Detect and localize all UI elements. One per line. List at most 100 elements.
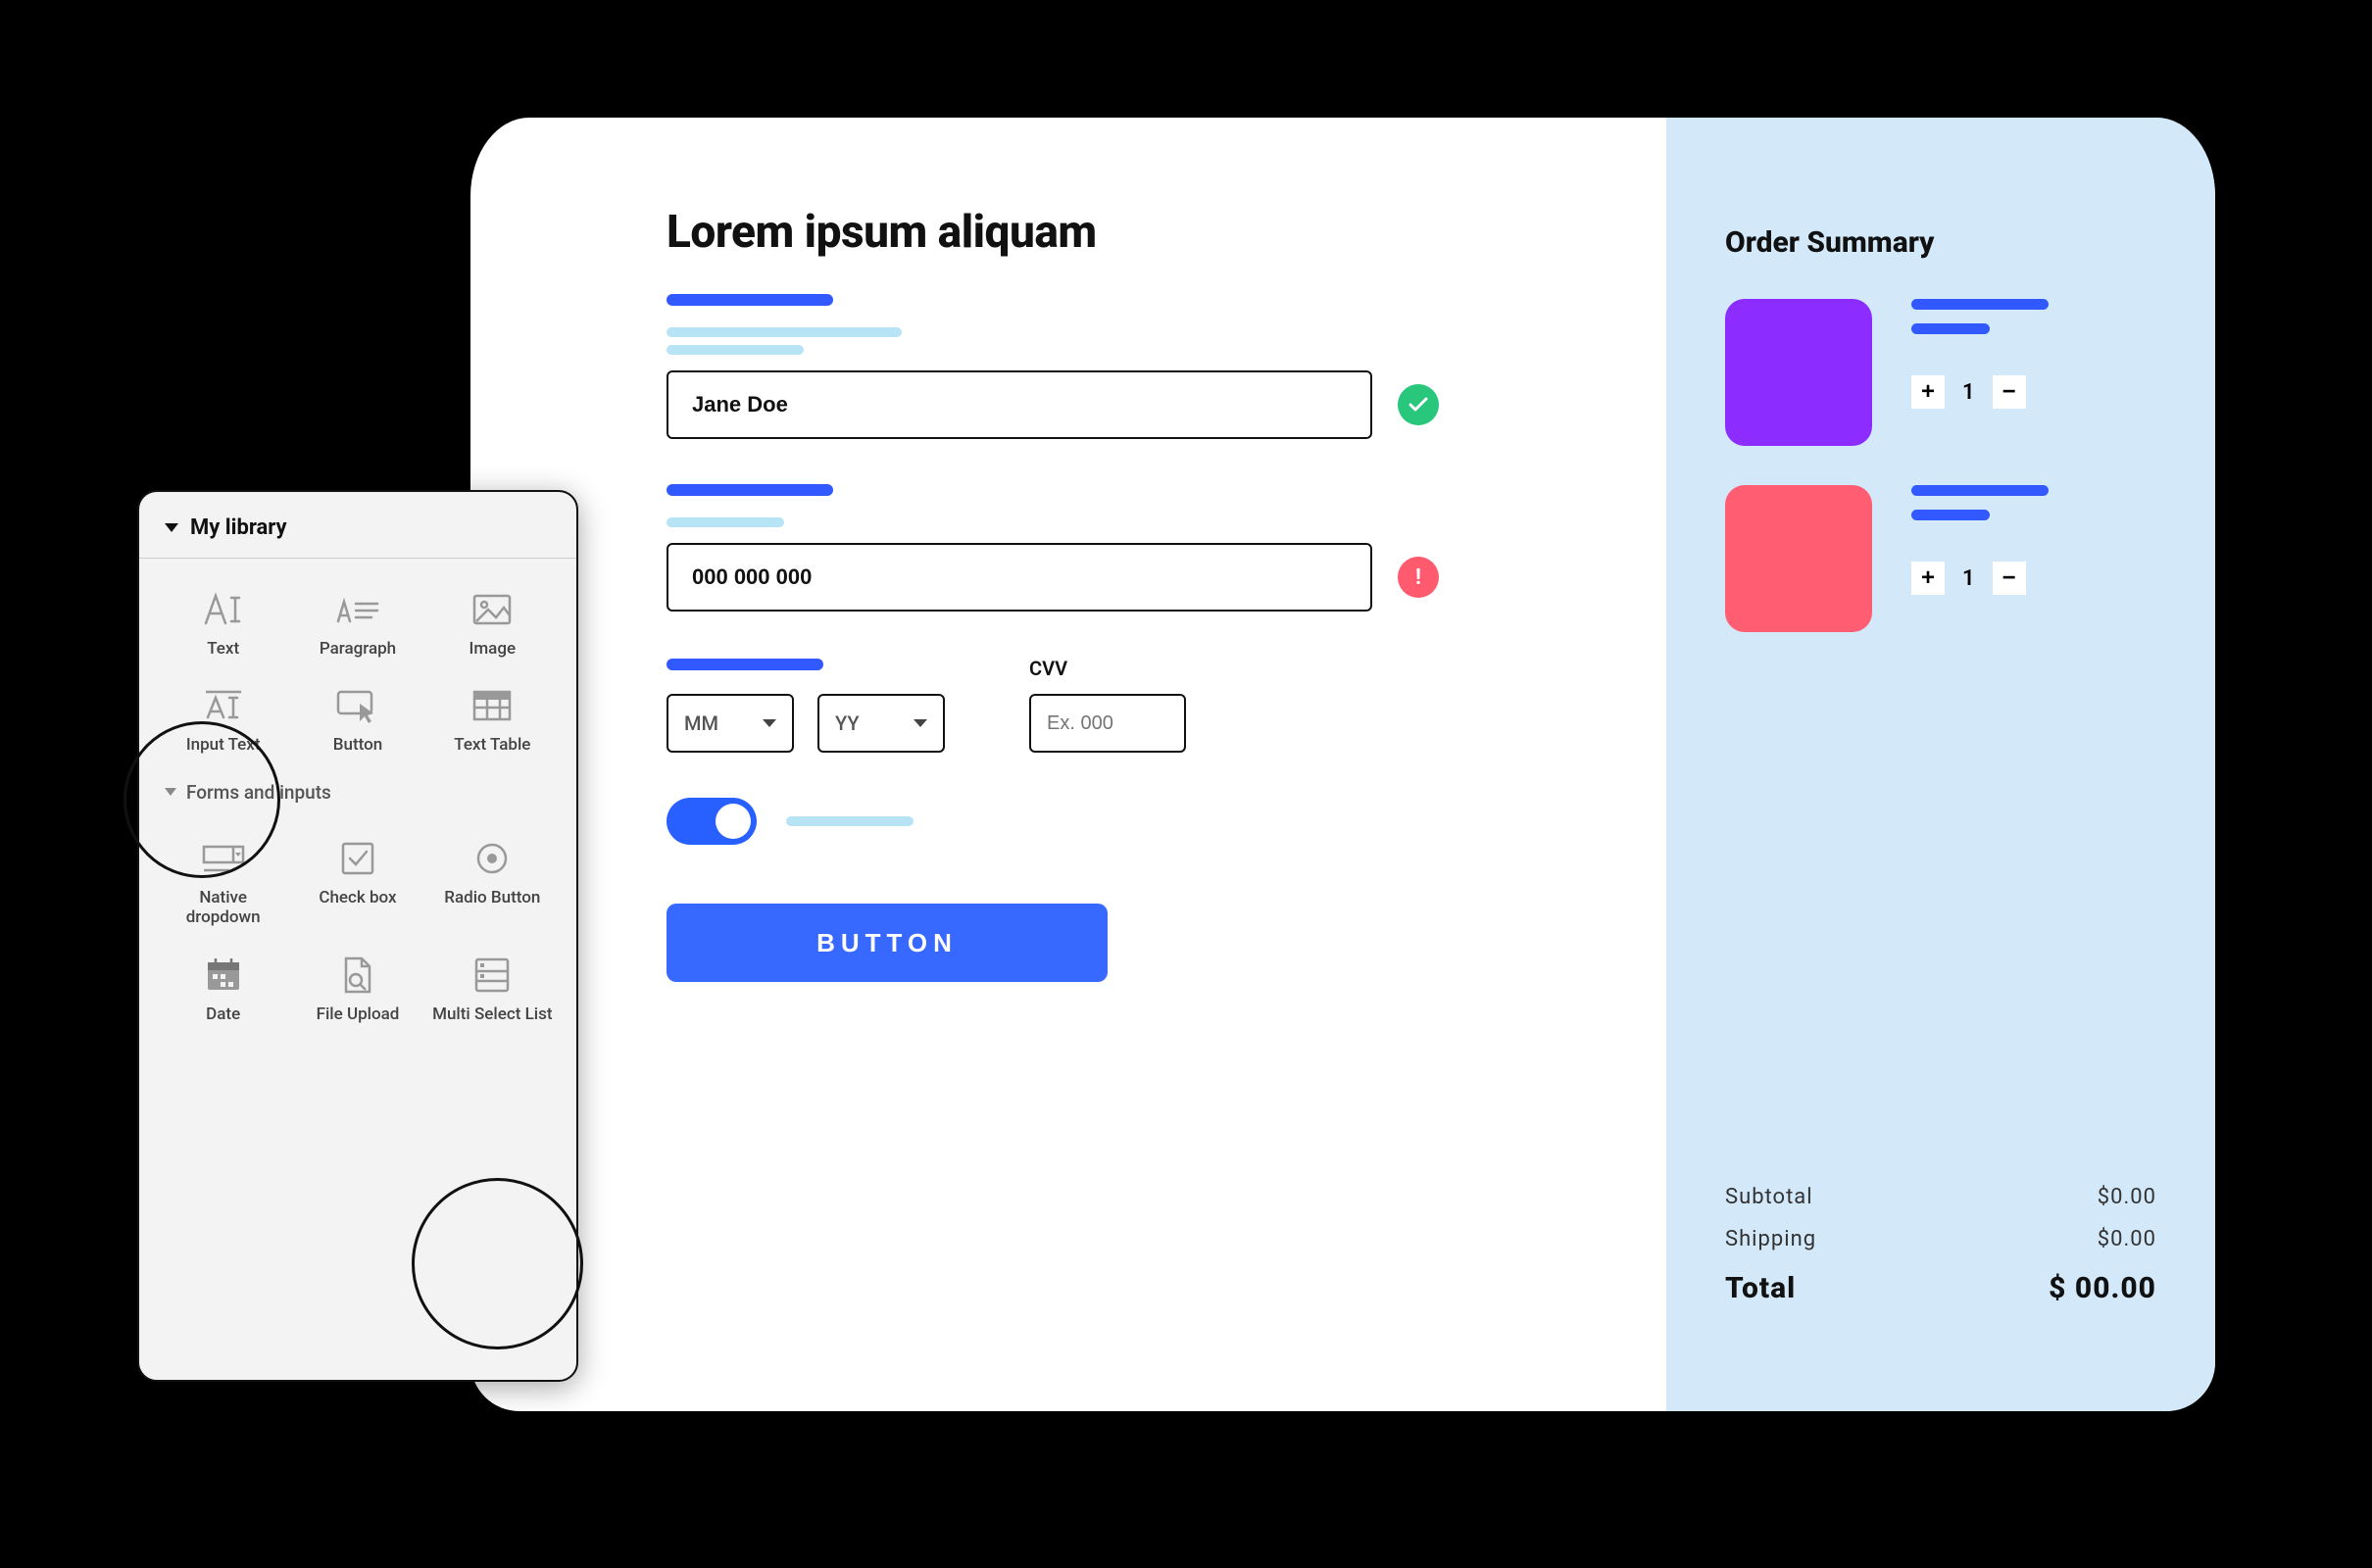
alert-icon: ! [1398,557,1439,598]
toggle-label-placeholder [786,816,914,826]
summary-item: + 1 − [1725,299,2156,446]
lib-item-input-text[interactable]: Input Text [159,676,287,762]
lib-item-label: Check box [319,888,396,907]
qty-value: 1 [1962,380,1975,405]
lib-item-label: Radio Button [444,888,540,907]
lib-item-file-upload[interactable]: File Upload [293,946,421,1032]
section-label: Forms and inputs [186,781,331,804]
lib-item-label: Date [206,1004,240,1024]
button-icon [332,684,383,727]
qty-minus-button[interactable]: − [1993,562,2026,595]
chevron-down-icon [165,523,178,532]
text-icon [198,588,249,631]
library-header[interactable]: My library [139,492,576,559]
builder-canvas: Lorem ipsum aliquam ! [470,118,2215,1411]
helper-placeholder-bar [667,345,804,355]
label-placeholder-bar [667,484,833,496]
lib-item-label: Image [469,639,517,659]
lib-item-label: Text Table [454,735,530,755]
lib-item-label: Paragraph [320,639,396,659]
lib-item-image[interactable]: Image [428,580,557,666]
submit-button[interactable]: BUTTON [667,904,1108,982]
shipping-label: Shipping [1725,1227,1816,1251]
helper-placeholder-bar [667,327,902,337]
lib-item-multi-select[interactable]: Multi Select List [428,946,557,1032]
qty-value: 1 [1962,566,1975,591]
summary-title: Order Summary [1725,225,2156,260]
component-library-panel: My library Text Paragraph [137,490,578,1382]
qty-plus-button[interactable]: + [1911,562,1945,595]
field-phone: ! [667,484,1607,612]
lib-item-label: Native dropdown [163,888,283,928]
lib-item-date[interactable]: Date [159,946,287,1032]
label-placeholder-bar [667,659,823,670]
chevron-down-icon [763,719,776,727]
subtotal-label: Subtotal [1725,1185,1813,1209]
lib-item-label: Input Text [186,735,261,755]
quantity-stepper: + 1 − [1911,375,2049,409]
cvv-column: CVV [1029,657,1186,753]
dropdown-icon [198,837,249,880]
order-summary-panel: Order Summary + 1 − + 1 − [1666,118,2215,1411]
qty-plus-button[interactable]: + [1911,375,1945,409]
save-toggle[interactable] [667,798,757,845]
shipping-value: $0.00 [2098,1227,2156,1251]
lib-item-label: Multi Select List [432,1004,552,1024]
chevron-down-icon [165,788,176,796]
table-icon [467,684,518,727]
library-title: My library [190,515,287,540]
form-area: Lorem ipsum aliquam ! [470,118,1666,1411]
lib-item-native-dropdown[interactable]: Native dropdown [159,829,287,936]
expiry-month-select[interactable]: MM [667,694,794,753]
lib-item-label: File Upload [317,1004,400,1024]
summary-item: + 1 − [1725,485,2156,632]
multi-select-icon [467,954,518,997]
total-value: $ 00.00 [2049,1271,2156,1305]
total-row: Total $ 00.00 [1725,1271,2156,1305]
highlight-circle-icon [412,1178,583,1349]
calendar-icon [198,954,249,997]
product-thumbnail [1725,485,1872,632]
expiry-column: MM YY [667,659,945,753]
expiry-year-placeholder: YY [835,711,860,735]
shipping-row: Shipping $0.00 [1725,1227,2156,1251]
product-price-placeholder [1911,323,1990,334]
product-name-placeholder [1911,485,2049,496]
name-input[interactable] [667,370,1372,439]
checkbox-icon [332,837,383,880]
lib-item-radio[interactable]: Radio Button [428,829,557,936]
total-label: Total [1725,1271,1796,1305]
expiry-year-select[interactable]: YY [817,694,945,753]
field-name [667,294,1607,439]
qty-minus-button[interactable]: − [1993,375,2026,409]
lib-item-checkbox[interactable]: Check box [293,829,421,936]
check-icon [1398,384,1439,425]
expiry-month-placeholder: MM [684,711,718,735]
library-section-forms[interactable]: Forms and inputs [139,771,576,808]
product-name-placeholder [1911,299,2049,310]
radio-icon [467,837,518,880]
lib-item-label: Button [333,735,382,755]
file-upload-icon [332,954,383,997]
lib-item-text-table[interactable]: Text Table [428,676,557,762]
toggle-row [667,798,1607,845]
input-text-icon [198,684,249,727]
subtotal-row: Subtotal $0.00 [1725,1185,2156,1209]
paragraph-icon [332,588,383,631]
lib-item-label: Text [207,639,239,659]
helper-placeholder-bar [667,517,784,527]
phone-input[interactable] [667,543,1372,612]
subtotal-value: $0.00 [2098,1185,2156,1209]
cvv-label: CVV [1029,657,1186,680]
field-expiry-cvv: MM YY CVV [667,657,1607,753]
product-price-placeholder [1911,510,1990,520]
totals-block: Subtotal $0.00 Shipping $0.00 Total $ 00… [1725,1185,2156,1352]
lib-item-paragraph[interactable]: Paragraph [293,580,421,666]
lib-item-text[interactable]: Text [159,580,287,666]
page-title: Lorem ipsum aliquam [667,206,1607,259]
quantity-stepper: + 1 − [1911,562,2049,595]
chevron-down-icon [914,719,927,727]
image-icon [467,588,518,631]
cvv-input[interactable] [1029,694,1186,753]
lib-item-button[interactable]: Button [293,676,421,762]
